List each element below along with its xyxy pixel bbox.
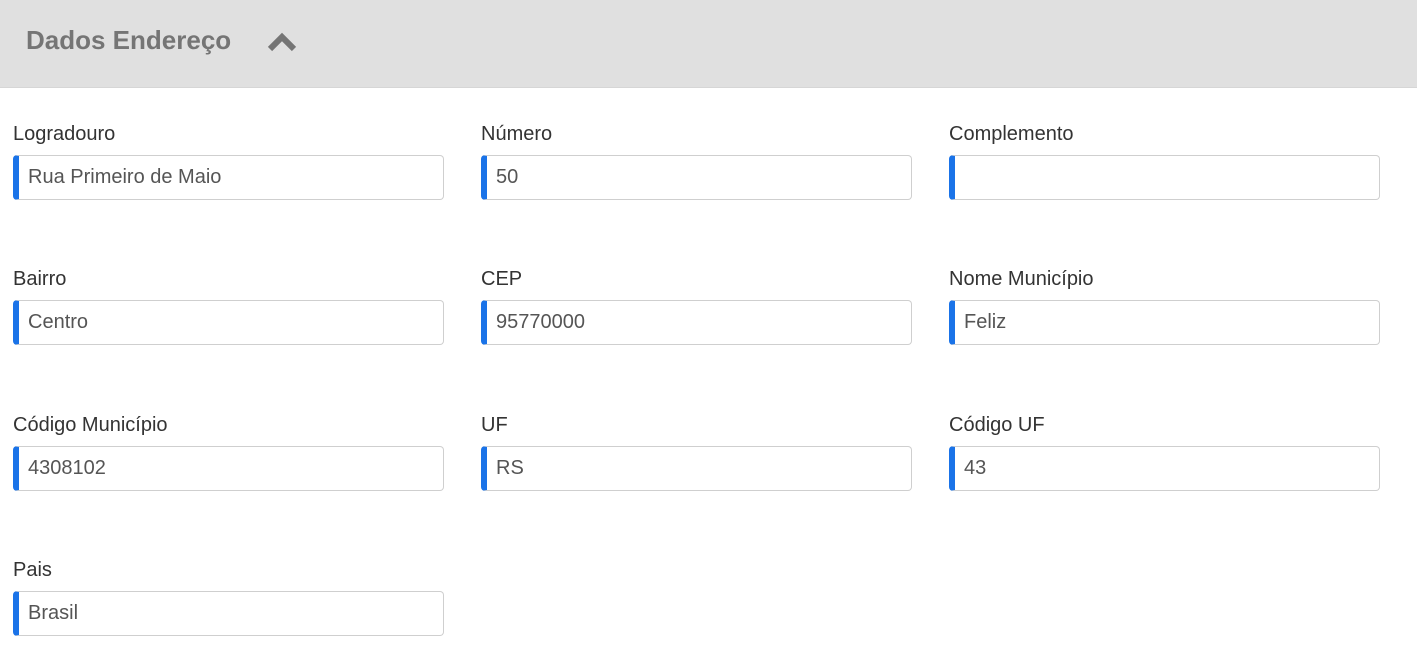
chevron-up-icon[interactable]: [266, 28, 298, 54]
field-pais: Pais: [13, 558, 444, 636]
panel-header: Dados Endereço: [0, 0, 1417, 88]
field-codigo-uf: Código UF: [949, 413, 1380, 491]
field-numero: Número: [481, 122, 912, 200]
logradouro-label: Logradouro: [13, 123, 116, 145]
pais-label: Pais: [13, 559, 52, 581]
nome-municipio-input[interactable]: [949, 300, 1380, 345]
codigo-municipio-label: Código Município: [13, 414, 168, 436]
complemento-input[interactable]: [949, 155, 1380, 200]
field-logradouro: Logradouro: [13, 122, 444, 200]
field-uf: UF: [481, 413, 912, 491]
uf-input[interactable]: [481, 446, 912, 491]
pais-input[interactable]: [13, 591, 444, 636]
logradouro-input[interactable]: [13, 155, 444, 200]
bairro-input[interactable]: [13, 300, 444, 345]
panel-title: Dados Endereço: [26, 25, 232, 55]
field-cep: CEP: [481, 267, 912, 345]
cep-input[interactable]: [481, 300, 912, 345]
field-nome-municipio: Nome Município: [949, 267, 1380, 345]
field-complemento: Complemento: [949, 122, 1380, 200]
codigo-municipio-input[interactable]: [13, 446, 444, 491]
codigo-uf-label: Código UF: [949, 414, 1045, 436]
nome-municipio-label: Nome Município: [949, 268, 1094, 290]
field-bairro: Bairro: [13, 267, 444, 345]
numero-label: Número: [481, 123, 553, 145]
cep-label: CEP: [481, 268, 523, 290]
numero-input[interactable]: [481, 155, 912, 200]
field-codigo-municipio: Código Município: [13, 413, 444, 491]
uf-label: UF: [481, 414, 508, 436]
complemento-label: Complemento: [949, 123, 1074, 145]
codigo-uf-input[interactable]: [949, 446, 1380, 491]
bairro-label: Bairro: [13, 268, 67, 290]
